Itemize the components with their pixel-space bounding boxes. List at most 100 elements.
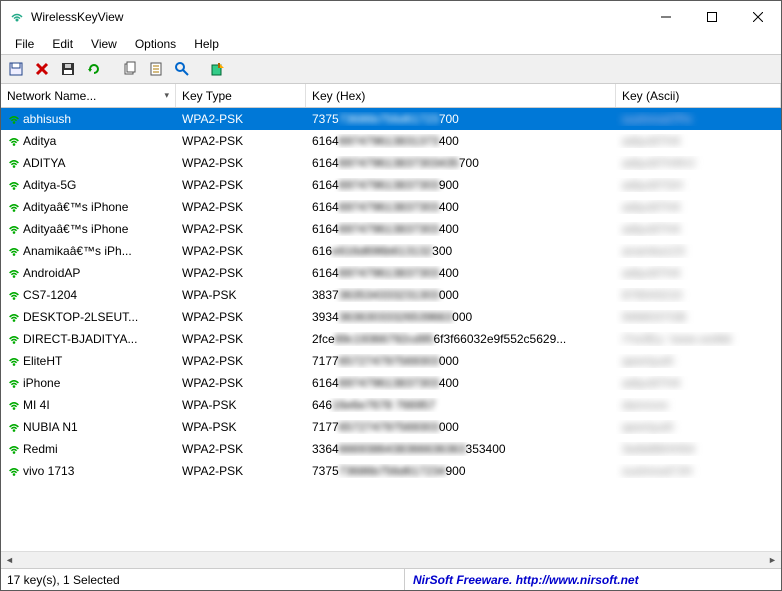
app-icon [9, 9, 25, 25]
cell-key-hex: 393436363033326539663000 [306, 310, 616, 324]
disk-icon[interactable] [57, 58, 79, 80]
cell-key-ascii: qwertyui0 [616, 354, 781, 368]
minimize-button[interactable] [643, 2, 689, 32]
chevron-down-icon: ▾ [164, 90, 169, 101]
properties-icon[interactable] [145, 58, 167, 80]
cell-network-name: EliteHT [1, 354, 176, 368]
save-icon[interactable] [5, 58, 27, 80]
scroll-left-button[interactable]: ◄ [1, 552, 18, 569]
refresh-icon[interactable] [83, 58, 105, 80]
delete-icon[interactable] [31, 58, 53, 80]
menubar: FileEditViewOptionsHelp [1, 33, 781, 54]
vendor-link[interactable]: http://www.nirsoft.net [516, 573, 639, 587]
cell-network-name: Adityaâ€™s iPhone [1, 200, 176, 214]
table-row[interactable]: DIRECT-BJADITYA...WPA2-PSK2fce89c1936679… [1, 328, 781, 350]
menu-edit[interactable]: Edit [44, 35, 81, 53]
cell-key-type: WPA2-PSK [176, 266, 306, 280]
cell-key-type: WPA2-PSK [176, 156, 306, 170]
table-row[interactable]: RedmiWPA2-PSK336466693864383666363633534… [1, 438, 781, 460]
menu-help[interactable]: Help [186, 35, 227, 53]
cell-key-type: WPA2-PSK [176, 442, 306, 456]
status-selection: 17 key(s), 1 Selected [5, 569, 405, 590]
cell-key-hex: 7177657274797569303000 [306, 354, 616, 368]
cell-key-hex: 6164697479613831373400 [306, 134, 616, 148]
cell-key-hex: 6164697479613837303400 [306, 266, 616, 280]
horizontal-scrollbar[interactable]: ◄ ► [1, 551, 781, 568]
cell-key-ascii: 876543210 [616, 288, 781, 302]
menu-view[interactable]: View [83, 35, 125, 53]
cell-key-hex: 6164697479613837303400 [306, 200, 616, 214]
cell-key-hex: 6164697479613837303400 [306, 222, 616, 236]
table-row[interactable]: DESKTOP-2LSEUT...WPA2-PSK393436363033326… [1, 306, 781, 328]
cell-network-name: AndroidAP [1, 266, 176, 280]
cell-network-name: Adityaâ€™s iPhone [1, 222, 176, 236]
cell-key-ascii: adtyo87H4 [616, 266, 781, 280]
cell-key-type: WPA-PSK [176, 288, 306, 302]
cell-key-type: WPA2-PSK [176, 354, 306, 368]
table-row[interactable]: iPhoneWPA2-PSK6164697479613837303400adty… [1, 372, 781, 394]
table-row[interactable]: AndroidAPWPA2-PSK6164697479613837303400a… [1, 262, 781, 284]
cell-key-type: WPA2-PSK [176, 244, 306, 258]
header-key-type[interactable]: Key Type [176, 84, 306, 107]
table-row[interactable]: Aditya-5GWPA2-PSK6164697479613837303900a… [1, 174, 781, 196]
cell-key-hex: 7177657274797569303000 [306, 420, 616, 434]
window-title: WirelessKeyView [31, 10, 643, 24]
table-row[interactable]: Anamikaâ€™s iPh...WPA2-PSK616e616d696b61… [1, 240, 781, 262]
cell-key-ascii: 9466037GB [616, 310, 781, 324]
header-key-ascii[interactable]: Key (Ascii) [616, 84, 781, 107]
cell-network-name: iPhone [1, 376, 176, 390]
cell-key-type: WPA2-PSK [176, 464, 306, 478]
table-row[interactable]: vivo 1713WPA2-PSK737573686b756d617234900… [1, 460, 781, 482]
export-icon[interactable] [207, 58, 229, 80]
cell-key-ascii: anamka123 [616, 244, 781, 258]
header-network-name[interactable]: Network Name...▾ [1, 84, 176, 107]
cell-network-name: Aditya-5G [1, 178, 176, 192]
menu-options[interactable]: Options [127, 35, 184, 53]
table-row[interactable]: AdityaWPA2-PSK6164697479613831373400adty… [1, 130, 781, 152]
cell-network-name: abhisush [1, 112, 176, 126]
cell-key-ascii: dannove [616, 398, 781, 412]
toolbar [1, 54, 781, 84]
cell-network-name: Anamikaâ€™s iPh... [1, 244, 176, 258]
cell-network-name: Aditya [1, 134, 176, 148]
cell-network-name: vivo 1713 [1, 464, 176, 478]
cell-key-type: WPA2-PSK [176, 178, 306, 192]
table-row[interactable]: EliteHTWPA2-PSK7177657274797569303000qwe… [1, 350, 781, 372]
cell-key-ascii: qwertyui0 [616, 420, 781, 434]
cell-key-type: WPA-PSK [176, 420, 306, 434]
find-icon[interactable] [171, 58, 193, 80]
table-row[interactable]: MI 4IWPA-PSK64616e6e7678 766957dannove [1, 394, 781, 416]
cell-network-name: DIRECT-BJADITYA... [1, 332, 176, 346]
table-row[interactable]: abhisushWPA2-PSK737573686b756d61723700su… [1, 108, 781, 130]
scroll-right-button[interactable]: ► [764, 552, 781, 569]
cell-key-hex: 6164697479613837303435700 [306, 156, 616, 170]
cell-network-name: ADITYA [1, 156, 176, 170]
table-row[interactable]: NUBIA N1WPA-PSK7177657274797569303000qwe… [1, 416, 781, 438]
cell-key-hex: 737573686b756d61723700 [306, 112, 616, 126]
menu-file[interactable]: File [7, 35, 42, 53]
cell-key-type: WPA2-PSK [176, 134, 306, 148]
table-row[interactable]: ADITYAWPA2-PSK6164697479613837303435700a… [1, 152, 781, 174]
table-row[interactable]: Adityaâ€™s iPhoneWPA2-PSK616469747961383… [1, 196, 781, 218]
cell-key-ascii: sushmod7JH [616, 464, 781, 478]
cell-key-ascii: adtyo87H4HJ [616, 156, 781, 170]
statusbar: 17 key(s), 1 Selected NirSoft Freeware. … [1, 568, 781, 590]
close-button[interactable] [735, 2, 781, 32]
cell-key-ascii: adtyo87GH [616, 178, 781, 192]
header-key-hex[interactable]: Key (Hex) [306, 84, 616, 107]
status-vendor: NirSoft Freeware. http://www.nirsoft.net [405, 573, 777, 587]
cell-key-hex: 6164697479613837303400 [306, 376, 616, 390]
cell-network-name: DESKTOP-2LSEUT... [1, 310, 176, 324]
copy-icon[interactable] [119, 58, 141, 80]
window-controls [643, 2, 781, 32]
cell-key-ascii: /Yw3Ey: !wwe.wsMd [616, 332, 781, 346]
cell-key-ascii: adtyo87H4 [616, 376, 781, 390]
column-headers: Network Name...▾ Key Type Key (Hex) Key … [1, 84, 781, 108]
table-row[interactable]: Adityaâ€™s iPhoneWPA2-PSK616469747961383… [1, 218, 781, 240]
maximize-button[interactable] [689, 2, 735, 32]
cell-key-hex: 64616e6e7678 766957 [306, 398, 616, 412]
scroll-track[interactable] [18, 552, 764, 569]
table-body: abhisushWPA2-PSK737573686b756d61723700su… [1, 108, 781, 551]
table-row[interactable]: CS7-1204WPA-PSK3837363534333231303000876… [1, 284, 781, 306]
cell-key-ascii: adtyo87H4 [616, 200, 781, 214]
